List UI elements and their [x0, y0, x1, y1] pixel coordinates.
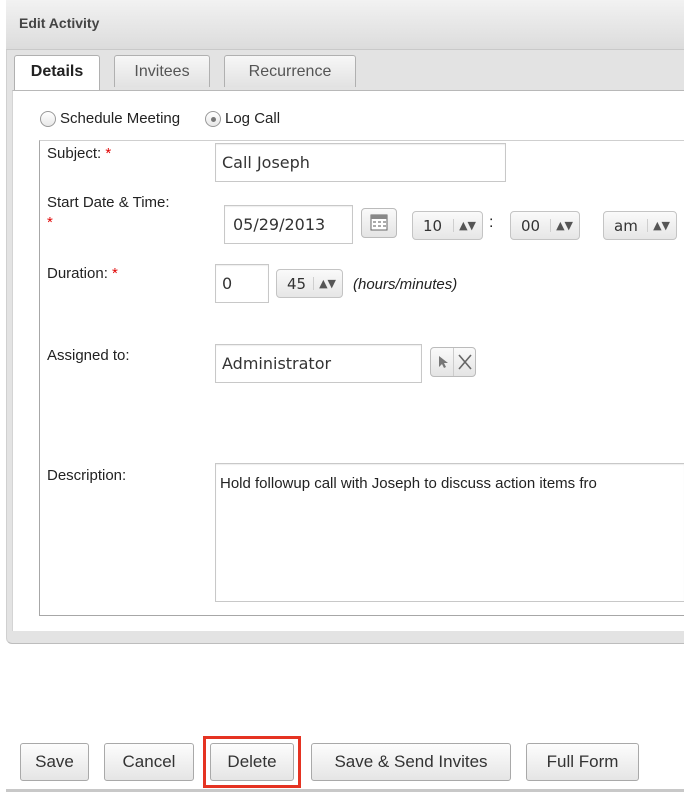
start-minute-value: 00 [521, 216, 541, 235]
select-arrows-icon: ▲▼ [550, 219, 573, 232]
assigned-to-label: Assigned to: [47, 347, 130, 364]
assigned-to-buttons [430, 347, 476, 377]
start-date-input[interactable]: 05/29/2013 [224, 205, 353, 244]
calendar-icon [370, 214, 388, 231]
start-hour-value: 10 [423, 216, 443, 235]
dialog-title: Edit Activity [19, 15, 100, 31]
tab-recurrence[interactable]: Recurrence [224, 55, 356, 87]
subject-label: Subject: * [47, 145, 112, 162]
subject-input[interactable]: Call Joseph [215, 143, 506, 182]
required-marker: * [105, 145, 112, 162]
meridiem-value: am [614, 216, 638, 235]
log-call-radio[interactable] [205, 111, 221, 127]
description-label: Description: [47, 467, 127, 484]
schedule-meeting-label[interactable]: Schedule Meeting [60, 110, 180, 127]
schedule-meeting-radio[interactable] [40, 111, 56, 127]
description-textarea[interactable]: Hold followup call with Joseph to discus… [215, 463, 684, 602]
cancel-button[interactable]: Cancel [104, 743, 194, 781]
select-arrows-icon: ▲▼ [313, 277, 336, 290]
time-separator: : [489, 214, 494, 231]
description-text: Hold followup call with Joseph to discus… [220, 475, 597, 492]
meridiem-select[interactable]: am ▲▼ [603, 211, 677, 240]
select-arrows-icon: ▲▼ [453, 219, 476, 232]
clear-user-button[interactable] [454, 348, 476, 376]
assigned-to-input[interactable]: Administrator [215, 344, 422, 383]
start-minute-select[interactable]: 00 ▲▼ [510, 211, 580, 240]
duration-hint: (hours/minutes) [353, 276, 458, 293]
start-hour-select[interactable]: 10 ▲▼ [412, 211, 483, 240]
bottom-divider [6, 789, 684, 792]
tab-invitees[interactable]: Invitees [114, 55, 210, 87]
log-call-label[interactable]: Log Call [225, 110, 280, 127]
tab-details[interactable]: Details [14, 55, 100, 91]
save-send-invites-button[interactable]: Save & Send Invites [311, 743, 511, 781]
dialog-title-bar: Edit Activity [6, 0, 684, 50]
duration-label: Duration: * [47, 265, 118, 282]
required-marker: * [112, 265, 118, 282]
start-date-label: Start Date & Time: [47, 194, 170, 211]
full-form-button[interactable]: Full Form [526, 743, 639, 781]
required-marker: * [47, 214, 53, 231]
select-arrows-icon: ▲▼ [647, 219, 670, 232]
duration-hours-input[interactable]: 0 [215, 264, 269, 303]
duration-minutes-value: 45 [287, 274, 307, 293]
cursor-arrow-icon [439, 356, 448, 368]
delete-button[interactable]: Delete [210, 743, 294, 781]
duration-minutes-select[interactable]: 45 ▲▼ [276, 269, 343, 298]
clear-x-icon [458, 354, 472, 370]
select-user-button[interactable] [431, 348, 454, 376]
calendar-button[interactable] [361, 208, 397, 238]
save-button[interactable]: Save [20, 743, 89, 781]
